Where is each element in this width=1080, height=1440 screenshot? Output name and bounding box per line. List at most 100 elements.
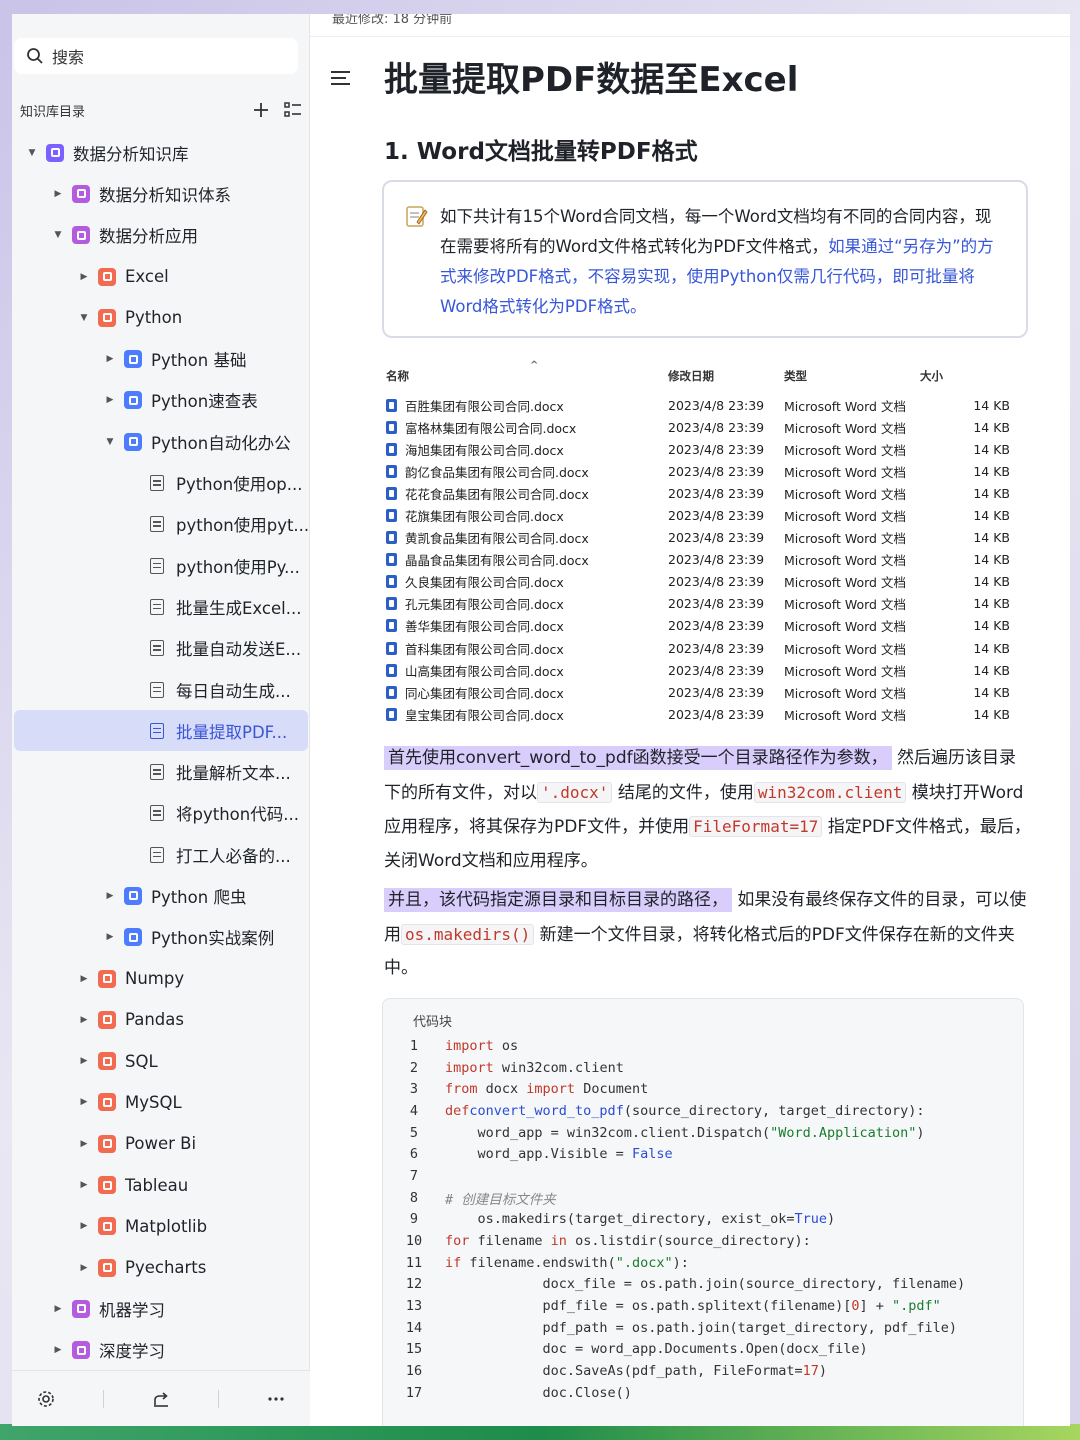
tree-item[interactable]: ▶ SQL bbox=[12, 1041, 310, 1082]
file-type: Microsoft Word 文档 bbox=[784, 486, 906, 502]
tree-item[interactable]: ▶ Pandas bbox=[12, 999, 310, 1040]
tree-item[interactable]: ▶ Pyecharts bbox=[12, 1247, 310, 1288]
tree-item[interactable]: 批量提取PDF... bbox=[14, 710, 308, 752]
file-name-cell: 黄凯食品集团有限公司合同.docx bbox=[386, 528, 668, 547]
chevron-right-icon[interactable]: ▶ bbox=[78, 1263, 90, 1273]
table-row[interactable]: 善华集团有限公司合同.docx 2023/4/8 23:39 Microsoft W… bbox=[386, 615, 1016, 637]
tree-item[interactable]: ▶ MySQL bbox=[12, 1082, 310, 1123]
tree-item-label: Numpy bbox=[125, 969, 185, 989]
tree-item[interactable]: 批量自动发送E... bbox=[12, 628, 310, 669]
tree-item[interactable]: ▼ 数据分析应用 bbox=[12, 215, 310, 256]
chevron-down-icon[interactable]: ▼ bbox=[26, 148, 38, 158]
tree-item[interactable]: ▶ 数据分析知识体系 bbox=[12, 173, 310, 214]
tree-item[interactable]: python使用pyt... bbox=[12, 504, 310, 545]
table-row[interactable]: 富格林集团有限公司合同.docx 2023/4/8 23:39 Microsoft … bbox=[386, 416, 1016, 438]
chevron-right-icon[interactable]: ▶ bbox=[104, 395, 116, 405]
tree-item[interactable]: ▼ Python bbox=[12, 297, 310, 338]
chevron-right-icon[interactable]: ▶ bbox=[52, 189, 64, 199]
chevron-down-icon[interactable]: ▼ bbox=[78, 313, 90, 323]
tree-item[interactable]: 打工人必备的... bbox=[12, 834, 310, 875]
tree-item[interactable]: ▶ Power Bi bbox=[12, 1123, 310, 1164]
chevron-right-icon[interactable]: ▶ bbox=[78, 1097, 90, 1107]
table-row[interactable]: 同心集团有限公司合同.docx 2023/4/8 23:39 Microsoft W… bbox=[386, 681, 1016, 703]
tree-item[interactable]: ▶ Excel bbox=[12, 256, 310, 297]
tree-item[interactable]: ▶ 机器学习 bbox=[12, 1288, 310, 1329]
tree-item-label: 数据分析知识库 bbox=[73, 144, 189, 164]
tree-item[interactable]: ▶ Python实战案例 bbox=[12, 917, 310, 958]
code-line: 10 for filename in os.listdir(source_dir… bbox=[405, 1233, 811, 1250]
header-size[interactable]: 大小 bbox=[920, 368, 1016, 384]
tree-item[interactable]: ▶ Python速查表 bbox=[12, 380, 310, 421]
chevron-right-icon[interactable]: ▶ bbox=[104, 354, 116, 364]
file-name-cell: 晶晶食品集团有限公司合同.docx bbox=[386, 550, 668, 569]
chevron-right-icon[interactable]: ▶ bbox=[78, 272, 90, 282]
tree-item[interactable]: ▶ Python 基础 bbox=[12, 338, 310, 379]
chevron-right-icon[interactable]: ▶ bbox=[52, 1304, 64, 1314]
document-icon bbox=[150, 681, 164, 698]
tree-item[interactable]: ▶ Python 爬虫 bbox=[12, 875, 310, 916]
file-type: Microsoft Word 文档 bbox=[784, 641, 906, 657]
chevron-down-icon[interactable]: ▼ bbox=[52, 230, 64, 240]
table-row[interactable]: 海旭集团有限公司合同.docx 2023/4/8 23:39 Microsoft W… bbox=[386, 438, 1016, 460]
table-row[interactable]: 花旗集团有限公司合同.docx 2023/4/8 23:39 Microsoft W… bbox=[386, 504, 1016, 526]
chevron-right-icon[interactable]: ▶ bbox=[78, 1180, 90, 1190]
code-block[interactable]: 代码块 1 import os 2 import win32com.client 3… bbox=[382, 998, 1024, 1426]
tree-item[interactable]: 每日自动生成... bbox=[12, 669, 310, 710]
header-date[interactable]: 修改日期 bbox=[668, 368, 784, 384]
table-row[interactable]: 久良集团有限公司合同.docx 2023/4/8 23:39 Microsoft W… bbox=[386, 571, 1016, 593]
table-row[interactable]: 花花食品集团有限公司合同.docx 2023/4/8 23:39 Microsoft… bbox=[386, 482, 1016, 504]
chevron-right-icon[interactable]: ▶ bbox=[104, 891, 116, 901]
tree-item[interactable]: 将python代码... bbox=[12, 793, 310, 834]
header-name[interactable]: 名称 bbox=[386, 368, 668, 384]
tree-item-label: 将python代码... bbox=[176, 805, 299, 825]
file-date: 2023/4/8 23:39 bbox=[668, 397, 765, 413]
file-size: 14 KB bbox=[973, 640, 1010, 656]
tree-item[interactable]: ▶ Numpy bbox=[12, 958, 310, 999]
file-type: Microsoft Word 文档 bbox=[784, 420, 906, 436]
table-row[interactable]: 皇宝集团有限公司合同.docx 2023/4/8 23:39 Microsoft W… bbox=[386, 703, 1016, 725]
table-row[interactable]: 百胜集团有限公司合同.docx 2023/4/8 23:39 Microsoft W… bbox=[386, 394, 1016, 416]
add-icon[interactable] bbox=[252, 101, 270, 119]
chevron-down-icon[interactable]: ▼ bbox=[104, 437, 116, 447]
table-row[interactable]: 韵亿食品集团有限公司合同.docx 2023/4/8 23:39 Microsoft… bbox=[386, 460, 1016, 482]
outline-icon[interactable] bbox=[284, 101, 302, 119]
menu-icon[interactable] bbox=[330, 68, 352, 88]
table-row[interactable]: 山高集团有限公司合同.docx 2023/4/8 23:39 Microsoft W… bbox=[386, 659, 1016, 681]
file-name-cell: 花花食品集团有限公司合同.docx bbox=[386, 484, 668, 503]
folder-icon bbox=[124, 432, 142, 451]
header-type[interactable]: 类型 bbox=[784, 368, 920, 384]
code-line: 11 if filename.endswith(".docx"): bbox=[405, 1254, 689, 1271]
tree-item[interactable]: 批量解析文本... bbox=[12, 751, 310, 792]
chevron-right-icon[interactable]: ▶ bbox=[78, 1015, 90, 1025]
chevron-right-icon[interactable]: ▶ bbox=[52, 1345, 64, 1355]
tree-item[interactable]: python使用Py... bbox=[12, 545, 310, 586]
share-icon[interactable] bbox=[151, 1389, 171, 1409]
table-row[interactable]: 黄凯食品集团有限公司合同.docx 2023/4/8 23:39 Microsoft… bbox=[386, 527, 1016, 549]
icon-glyph bbox=[128, 395, 138, 405]
table-row[interactable]: 晶晶食品集团有限公司合同.docx 2023/4/8 23:39 Microsoft… bbox=[386, 549, 1016, 571]
tree-item[interactable]: ▼ Python自动化办公 bbox=[12, 421, 310, 462]
chevron-right-icon[interactable]: ▶ bbox=[78, 1139, 90, 1149]
tree-item[interactable]: ▶ Matplotlib bbox=[12, 1206, 310, 1247]
table-row[interactable]: 孔元集团有限公司合同.docx 2023/4/8 23:39 Microsoft W… bbox=[386, 593, 1016, 615]
chevron-right-icon[interactable]: ▶ bbox=[78, 1056, 90, 1066]
tree-item[interactable]: 批量生成Excel... bbox=[12, 586, 310, 627]
more-icon[interactable] bbox=[266, 1389, 286, 1409]
folder-icon bbox=[124, 350, 142, 369]
tree-item[interactable]: Python使用op... bbox=[12, 462, 310, 503]
section-heading: 1. Word文档批量转PDF格式 bbox=[384, 139, 698, 165]
file-date: 2023/4/8 23:39 bbox=[668, 640, 765, 656]
tree-item-label: Pyecharts bbox=[125, 1258, 207, 1278]
chevron-right-icon[interactable]: ▶ bbox=[78, 1221, 90, 1231]
tree-item[interactable]: ▶ 深度学习 bbox=[12, 1330, 310, 1371]
table-row[interactable]: 首科集团有限公司合同.docx 2023/4/8 23:39 Microsoft W… bbox=[386, 637, 1016, 659]
chevron-right-icon[interactable]: ▶ bbox=[78, 974, 90, 984]
tree-item[interactable]: ▼ 数据分析知识库 bbox=[12, 132, 310, 173]
code-line: 4 def convert_word_to_pdf (source_director… bbox=[409, 1102, 925, 1119]
chevron-right-icon[interactable]: ▶ bbox=[104, 932, 116, 942]
document-icon bbox=[150, 516, 164, 533]
document-icon bbox=[150, 805, 164, 822]
search-input[interactable]: 搜索 bbox=[14, 38, 298, 74]
settings-icon[interactable] bbox=[36, 1389, 56, 1409]
tree-item[interactable]: ▶ Tableau bbox=[12, 1164, 310, 1205]
